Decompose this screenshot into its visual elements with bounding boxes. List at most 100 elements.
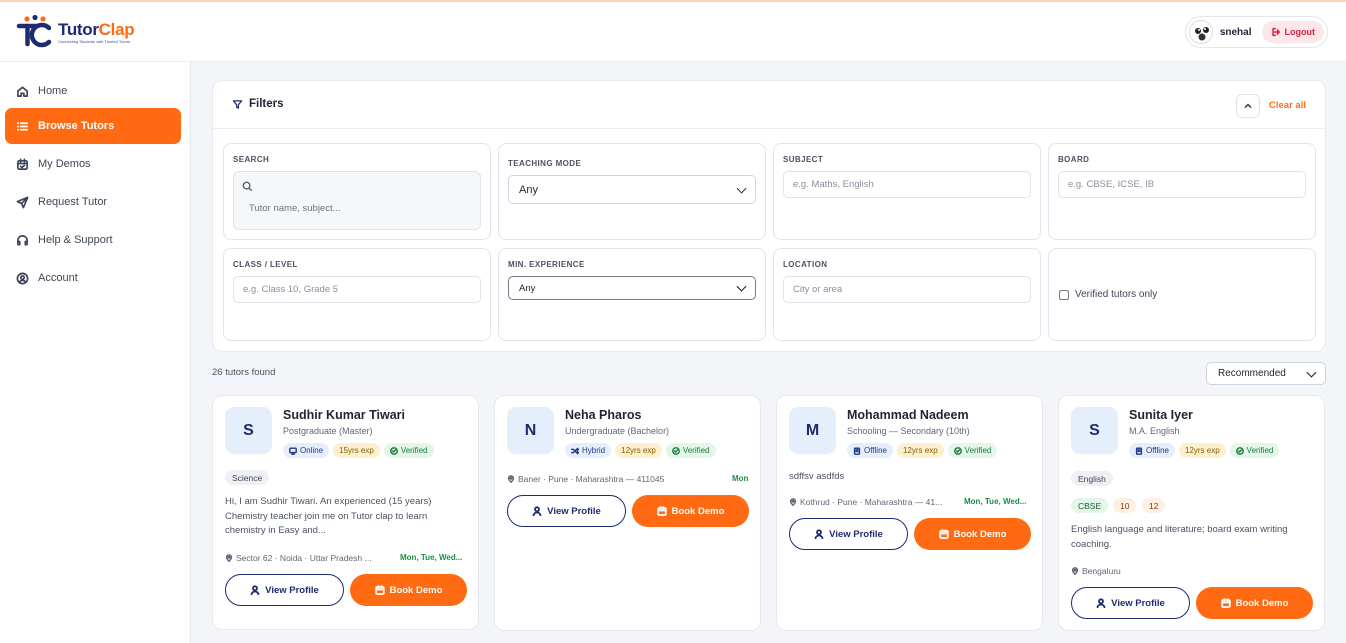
user-icon	[1096, 598, 1106, 608]
filter-label: MIN. EXPERIENCE	[508, 260, 585, 269]
calendar-icon	[656, 506, 667, 516]
location-text: Kothrud · Pune · Maharashtra — 41...	[800, 497, 943, 507]
view-profile-button[interactable]: View Profile	[789, 518, 908, 550]
tutor-card: N Neha Pharos Undergraduate (Bachelor) H…	[494, 395, 761, 631]
experience-badge: 15yrs exp	[333, 443, 380, 458]
book-demo-button[interactable]: Book Demo	[1196, 587, 1313, 619]
calendar-icon	[374, 585, 385, 595]
min-experience-value: Any	[519, 282, 536, 294]
view-profile-label: View Profile	[547, 505, 601, 517]
book-demo-label: Book Demo	[1235, 597, 1289, 609]
view-profile-button[interactable]: View Profile	[507, 495, 626, 527]
map-pin-icon	[789, 498, 797, 506]
location-text: Bengaluru	[1082, 566, 1121, 576]
filter-label: BOARD	[1058, 155, 1090, 164]
check-circle-icon	[1235, 446, 1244, 455]
chevron-down-icon	[1306, 367, 1317, 378]
subject-placeholder: e.g. Maths, English	[793, 179, 874, 190]
user-icon	[532, 506, 542, 516]
tutor-avatar: M	[789, 407, 836, 454]
tutor-education: Undergraduate (Bachelor)	[565, 426, 670, 436]
view-profile-button[interactable]: View Profile	[1071, 587, 1190, 619]
calendar-check-icon	[17, 158, 28, 170]
book-demo-label: Book Demo	[389, 584, 443, 596]
sort-select[interactable]: Recommended	[1206, 362, 1326, 385]
board-filter: BOARD e.g. CBSE, ICSE, IB	[1048, 143, 1316, 240]
tutor-description: Hi, I am Sudhir Tiwari. An experienced (…	[225, 496, 432, 536]
mode-badge: Online	[283, 443, 330, 458]
view-profile-button[interactable]: View Profile	[225, 574, 344, 606]
tutor-name[interactable]: Mohammad Nadeem	[847, 408, 969, 422]
logo-word-accent: Clap	[98, 19, 135, 39]
class-level-filter: CLASS / LEVEL e.g. Class 10, Grade 5	[223, 248, 491, 341]
mode-label: Offline	[1146, 446, 1169, 455]
results-count: 26 tutors found	[212, 367, 276, 378]
sidebar-item-my-demos[interactable]: My Demos	[5, 146, 181, 182]
mode-label: Offline	[864, 446, 887, 455]
sidebar-item-help-support[interactable]: Help & Support	[5, 222, 181, 258]
subject-chip: Science	[225, 470, 270, 485]
tutor-description: English language and literature; board e…	[1071, 524, 1288, 550]
mode-badge: Hybrid	[565, 443, 612, 458]
tutor-location: Baner · Pune · Maharashtra — 411045	[507, 474, 664, 484]
verified-badge: Verified	[1229, 443, 1280, 458]
tutor-name[interactable]: Neha Pharos	[565, 408, 641, 422]
search-input[interactable]: Tutor name, subject...	[233, 171, 481, 230]
sidebar-item-label: Browse Tutors	[38, 120, 115, 132]
verified-label: Verified	[682, 446, 710, 455]
verified-badge: Verified	[383, 443, 434, 458]
sidebar-item-account[interactable]: Account	[5, 260, 181, 296]
tutorclap-logo[interactable]: TutorClap Connecting Students with Trust…	[16, 14, 135, 50]
min-experience-filter: MIN. EXPERIENCE Any	[498, 248, 766, 341]
subject-chip: English	[1071, 471, 1113, 486]
availability-days: Mon, Tue, Wed...	[400, 553, 463, 562]
chevron-down-icon	[736, 281, 747, 292]
verified-filter: Verified tutors only	[1048, 248, 1316, 341]
book-demo-button[interactable]: Book Demo	[350, 574, 467, 606]
sidebar-item-request-tutor[interactable]: Request Tutor	[5, 184, 181, 220]
tutor-location: Kothrud · Pune · Maharashtra — 41...	[789, 497, 942, 507]
logout-button[interactable]: Logout	[1261, 21, 1324, 43]
avatar[interactable]	[1188, 20, 1213, 44]
logo-word-primary: Tutor	[58, 19, 99, 39]
tutor-name[interactable]: Sudhir Kumar Tiwari	[283, 408, 405, 422]
tutor-location: Bengaluru	[1071, 566, 1121, 576]
filter-icon	[232, 99, 243, 109]
verified-only-label: Verified tutors only	[1075, 289, 1158, 300]
filter-label: CLASS / LEVEL	[233, 260, 298, 269]
sidebar-item-home[interactable]: Home	[5, 73, 181, 109]
book-demo-label: Book Demo	[671, 505, 725, 517]
tutor-card: M Mohammad Nadeem Schooling — Secondary …	[776, 395, 1043, 631]
sidebar-item-label: Home	[38, 85, 68, 97]
class-level-input[interactable]: e.g. Class 10, Grade 5	[233, 276, 481, 303]
book-demo-button[interactable]: Book Demo	[632, 495, 749, 527]
view-profile-label: View Profile	[265, 584, 319, 596]
sidebar-item-label: Request Tutor	[38, 196, 108, 208]
verified-label: Verified	[400, 446, 428, 455]
sidebar-item-browse-tutors[interactable]: Browse Tutors	[5, 108, 181, 144]
logout-label: Logout	[1284, 27, 1316, 37]
filter-label: SUBJECT	[783, 155, 824, 164]
book-demo-button[interactable]: Book Demo	[914, 518, 1031, 550]
filter-label: TEACHING MODE	[508, 159, 582, 168]
min-experience-select[interactable]: Any	[508, 276, 756, 300]
teaching-mode-value: Any	[519, 183, 538, 196]
verified-only-checkbox[interactable]: Verified tutors only	[1059, 289, 1157, 300]
collapse-filters-button[interactable]	[1236, 94, 1260, 118]
subject-input[interactable]: e.g. Maths, English	[783, 171, 1031, 198]
user-menu: snehal Logout	[1184, 16, 1328, 48]
mode-badge: Offline	[847, 443, 893, 458]
building-icon	[853, 446, 861, 455]
experience-badge: 12yrs exp	[896, 443, 944, 458]
filters-header: Filters Clear all	[213, 81, 1325, 129]
tutor-name[interactable]: Sunita Iyer	[1129, 408, 1193, 422]
checkbox-icon[interactable]	[1059, 289, 1069, 300]
tutor-education: Schooling — Secondary (10th)	[847, 426, 970, 436]
tutor-education: Postgraduate (Master)	[283, 426, 373, 436]
location-filter: LOCATION City or area	[773, 248, 1041, 341]
sidebar-item-label: Account	[38, 272, 78, 284]
clear-all-link[interactable]: Clear all	[1269, 100, 1306, 111]
teaching-mode-select[interactable]: Any	[508, 175, 756, 204]
location-input[interactable]: City or area	[783, 276, 1031, 303]
board-input[interactable]: e.g. CBSE, ICSE, IB	[1058, 171, 1306, 198]
